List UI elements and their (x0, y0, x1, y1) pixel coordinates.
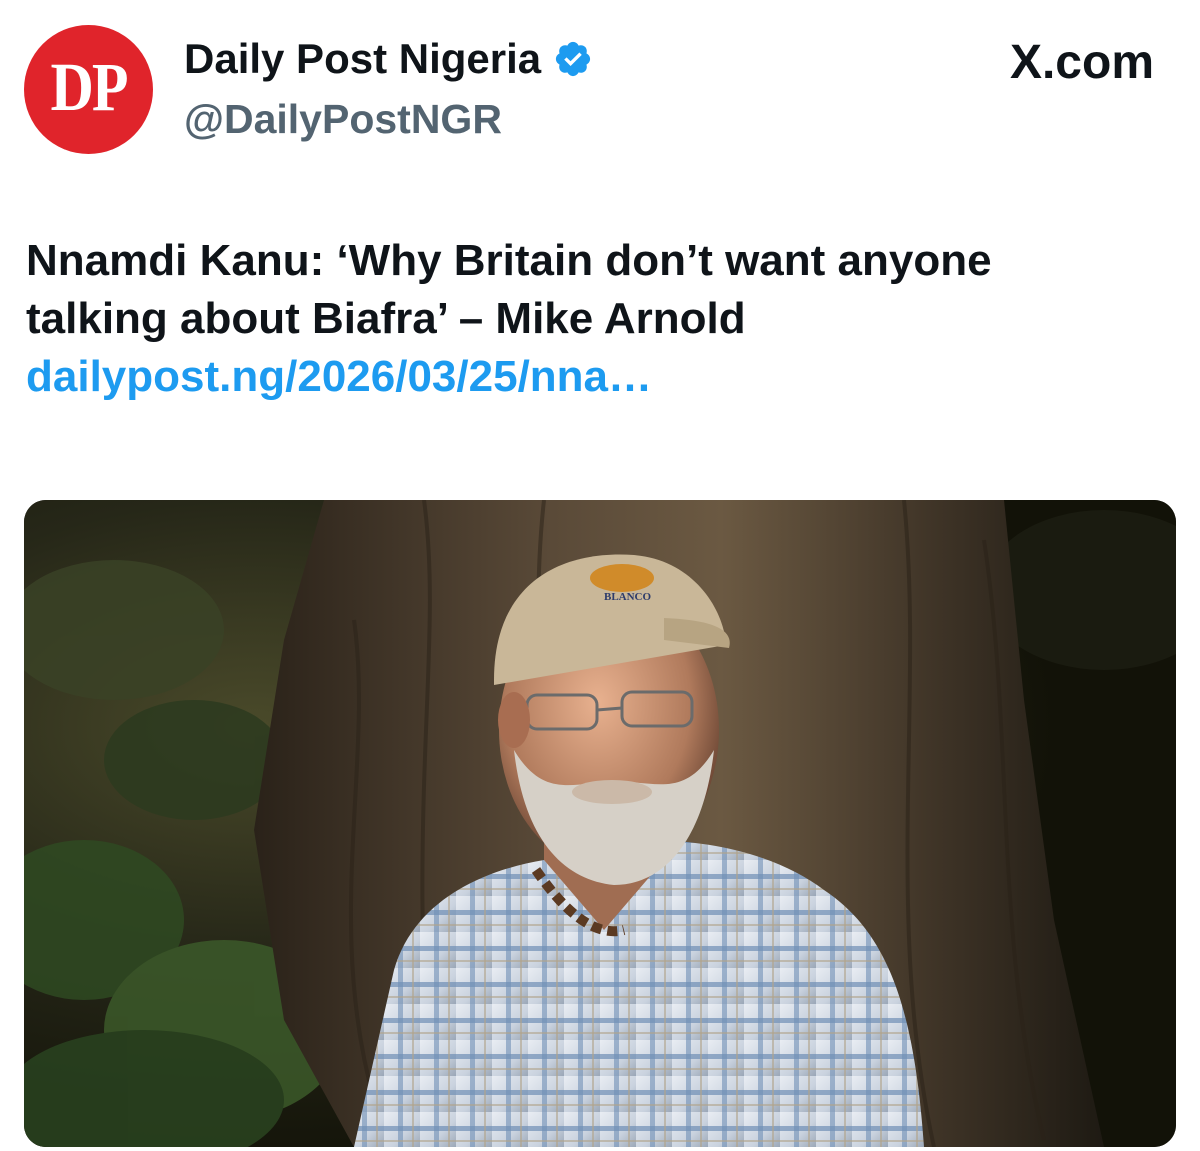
tweet-photo[interactable]: BLANCO (24, 500, 1176, 1147)
tweet-text-line-2: talking about Biafra’ – Mike Arnold (26, 294, 746, 343)
display-name[interactable]: Daily Post Nigeria (184, 35, 541, 83)
tweet-text: Nnamdi Kanu: ‘Why Britain don’t want any… (26, 232, 1186, 406)
avatar[interactable]: DP (24, 25, 153, 154)
brand-watermark: X.com (1010, 37, 1154, 89)
cap-text: BLANCO (604, 591, 652, 603)
name-row: Daily Post Nigeria (184, 35, 593, 83)
avatar-initials: DP (50, 48, 129, 125)
tweet-header: DP Daily Post Nigeria @DailyPostNGR X.co… (24, 25, 1176, 155)
tweet-link[interactable]: dailypost.ng/2026/03/25/nna… (26, 348, 1186, 406)
brand-text: X.com (1009, 36, 1154, 89)
user-handle[interactable]: @DailyPostNGR (184, 95, 502, 143)
tweet-text-line-1: Nnamdi Kanu: ‘Why Britain don’t want any… (26, 236, 992, 285)
photo-illustration: BLANCO (24, 500, 1176, 1147)
verified-badge-icon (556, 41, 591, 77)
